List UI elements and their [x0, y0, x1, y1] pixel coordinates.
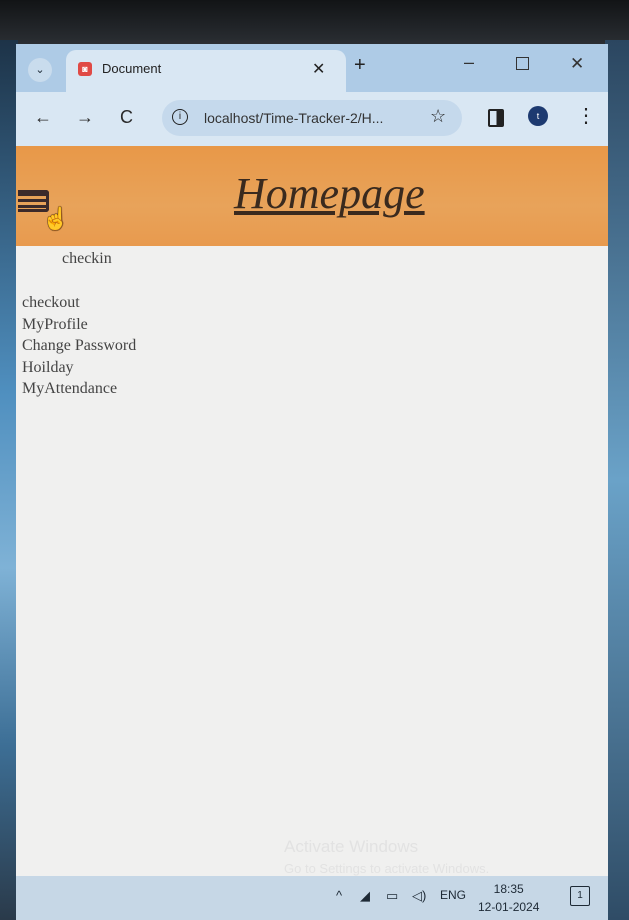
checkin-link[interactable]: checkin — [62, 250, 112, 268]
minimize-icon[interactable]: – — [464, 52, 474, 73]
menu-item-change-password[interactable]: Change Password — [22, 335, 136, 357]
site-info-icon[interactable]: i — [172, 109, 188, 125]
watermark-line-2: Go to Settings to activate Windows. — [284, 861, 490, 876]
watermark-line-1: Activate Windows — [284, 837, 419, 856]
notification-center-icon[interactable]: 1 — [570, 886, 590, 906]
forward-icon[interactable]: → — [76, 107, 94, 128]
show-hidden-icons-icon[interactable]: ^ — [336, 888, 342, 903]
page-title: Homepage — [234, 169, 425, 218]
side-menu: checkout MyProfile Change Password Hoild… — [22, 292, 136, 400]
wifi-icon[interactable]: ◢ — [360, 888, 370, 904]
menu-item-holiday[interactable]: Hoilday — [22, 357, 136, 379]
tab-close-icon[interactable]: ✕ — [312, 59, 325, 79]
address-bar[interactable]: i localhost/Time-Tracker-2/H... ☆ — [162, 100, 462, 136]
activate-windows-watermark: Activate Windows Go to Settings to activ… — [284, 836, 489, 876]
menu-item-myattendance[interactable]: MyAttendance — [22, 378, 136, 400]
language-indicator[interactable]: ENG — [440, 888, 466, 902]
browser-menu-icon[interactable]: ⋮ — [576, 103, 596, 128]
back-icon[interactable]: ← — [34, 107, 52, 128]
clock-time: 18:35 — [493, 882, 524, 896]
side-panel-icon[interactable] — [488, 109, 504, 127]
tab-search-button[interactable]: ⌄ — [28, 58, 52, 82]
maximize-icon[interactable] — [516, 57, 529, 70]
screen-bezel — [0, 0, 629, 44]
battery-icon[interactable]: ▭ — [386, 888, 398, 904]
volume-icon[interactable]: ◁) — [412, 888, 426, 904]
tab-document[interactable]: ◙ Document ✕ — [66, 50, 346, 92]
browser-window: ⌄ ◙ Document ✕ + – ✕ ← → C i localhost/T… — [16, 44, 608, 876]
system-clock[interactable]: 18:35 12-01-2024 — [478, 880, 539, 916]
desktop-wallpaper-right — [605, 40, 629, 920]
web-page: ☝ Homepage checkin checkout MyProfile Ch… — [16, 146, 608, 876]
taskbar: ^ ◢ ▭ ◁) ENG 18:35 12-01-2024 1 — [16, 876, 608, 920]
clock-date: 12-01-2024 — [478, 900, 540, 914]
new-tab-icon[interactable]: + — [354, 54, 366, 77]
tab-title: Document — [102, 61, 162, 76]
profile-avatar[interactable]: t — [528, 106, 548, 126]
bookmark-star-icon[interactable]: ☆ — [430, 106, 446, 127]
page-header: ☝ Homepage — [16, 146, 608, 246]
tab-strip: ⌄ ◙ Document ✕ + – ✕ — [16, 44, 608, 92]
menu-item-checkout[interactable]: checkout — [22, 292, 136, 314]
document-favicon-icon: ◙ — [78, 62, 92, 76]
chevron-down-icon: ⌄ — [35, 64, 45, 76]
reload-icon[interactable]: C — [120, 107, 133, 128]
hand-cursor-icon: ☝ — [42, 206, 70, 231]
window-close-icon[interactable]: ✕ — [570, 54, 584, 74]
address-url[interactable]: localhost/Time-Tracker-2/H... — [204, 110, 383, 126]
browser-toolbar: ← → C i localhost/Time-Tracker-2/H... ☆ … — [16, 92, 608, 146]
menu-item-myprofile[interactable]: MyProfile — [22, 314, 136, 336]
